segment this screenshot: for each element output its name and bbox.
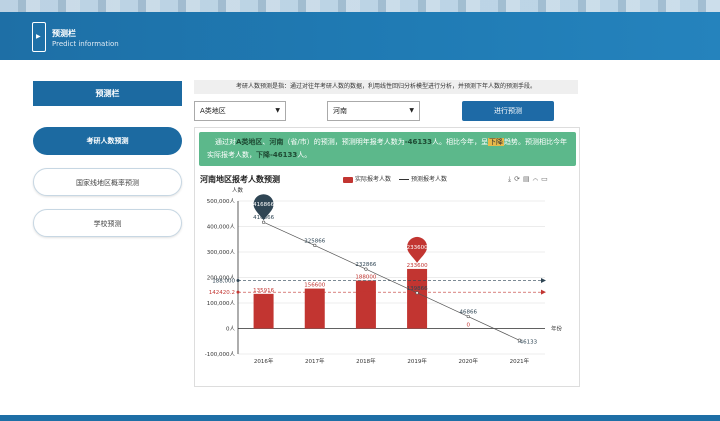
data-view-icon[interactable]: ▤: [523, 175, 533, 183]
prediction-label: 46866: [460, 310, 478, 316]
legend-label-actual[interactable]: 实际报考人数: [355, 176, 391, 183]
header-banner: ▶ 预测栏 Predict information: [0, 0, 720, 60]
prediction-result: 通过对A类地区、河南（省/市）的预测，预测明年报考人数为-46133人。相比今年…: [199, 132, 576, 166]
bar-label: 135916: [253, 288, 274, 294]
y-tick-label: 300,000人: [207, 249, 236, 256]
sidebar-item-enrollment-prediction[interactable]: 考研人数预测: [33, 127, 182, 155]
max-pin-label: 416866: [253, 202, 274, 208]
bar: [355, 280, 376, 329]
prediction-point: [364, 267, 368, 271]
province-select[interactable]: 河南 ▼: [327, 101, 420, 121]
predict-button[interactable]: 进行预测: [462, 101, 554, 121]
chevron-down-icon: ▼: [409, 107, 414, 114]
mark-line-label: 142420.2: [209, 290, 235, 296]
prediction-point: [261, 220, 266, 224]
mark-line-arrow: [541, 278, 546, 284]
y-tick-label: 0人: [226, 326, 235, 333]
x-tick-label: 2018年: [356, 357, 376, 365]
bar: [253, 293, 274, 329]
prediction-label: -46133: [518, 339, 538, 345]
legend-line-icon: [398, 179, 409, 180]
x-tick-label: 2019年: [407, 357, 427, 365]
banner-photo-strip: [0, 0, 720, 12]
region-select-value: A类地区: [200, 107, 226, 115]
sidebar-item-region-probability[interactable]: 国家线地区概率预测: [33, 168, 182, 196]
province-select-value: 河南: [333, 107, 347, 115]
bar-label: 188000: [355, 275, 376, 281]
bar-label: 0: [467, 323, 471, 329]
y-tick-label: 400,000人: [207, 224, 236, 231]
line-switch-icon[interactable]: ⌒: [533, 175, 542, 183]
y-tick-label: -100,000人: [205, 351, 236, 358]
prediction-chart: 人数-100,000人0人100,000人200,000人300,000人400…: [205, 186, 563, 365]
bar-switch-icon[interactable]: ▭: [541, 175, 551, 183]
x-tick-label: 2016年: [254, 357, 274, 365]
sidebar-heading: 预测栏: [33, 81, 182, 106]
region-select[interactable]: A类地区 ▼: [194, 101, 286, 121]
chart-legend: 实际报考人数 预测报考人数: [343, 174, 447, 183]
prediction-point: [466, 314, 470, 319]
legend-swatch-actual: [343, 176, 353, 183]
x-axis-label: 年份: [551, 325, 563, 333]
prediction-point: [313, 243, 317, 248]
y-axis-label: 人数: [232, 186, 244, 194]
mark-line-label: 188,000: [212, 279, 235, 285]
bar-max-pin-label: 233600: [407, 245, 428, 251]
prediction-line: [263, 221, 520, 341]
prediction-point: [415, 291, 419, 295]
x-tick-label: 2021年: [510, 357, 530, 365]
y-tick-label: 100,000人: [207, 300, 236, 307]
mark-line-arrow: [541, 289, 546, 295]
legend-label-predicted[interactable]: 预测报考人数: [411, 176, 447, 183]
bar-label: 156600: [304, 283, 325, 289]
prediction-notice: 考研人数预测是指：通过对往年考研人数的数据，利用线性回归分析模型进行分析，并预测…: [194, 80, 578, 94]
bar: [304, 288, 325, 329]
prediction-label: 139866: [407, 286, 428, 292]
y-tick-label: 500,000人: [207, 198, 236, 205]
x-tick-label: 2017年: [305, 357, 325, 365]
footer-bar: [0, 415, 720, 421]
prediction-label: 232866: [355, 262, 376, 268]
bar-label: 233600: [407, 263, 428, 269]
prediction-label: 325866: [304, 238, 325, 244]
header-logo-icon: ▶: [32, 22, 46, 52]
mark-line-start: [236, 279, 240, 283]
header-subtitle: Predict information: [52, 40, 119, 48]
chevron-down-icon: ▼: [275, 107, 280, 114]
x-tick-label: 2020年: [459, 357, 479, 365]
mark-line-start: [236, 290, 240, 294]
bar: [407, 268, 428, 329]
sidebar-item-school-prediction[interactable]: 学校预测: [33, 209, 182, 237]
refresh-icon[interactable]: ⟳: [514, 175, 523, 183]
header-title: 预测栏: [52, 29, 76, 38]
